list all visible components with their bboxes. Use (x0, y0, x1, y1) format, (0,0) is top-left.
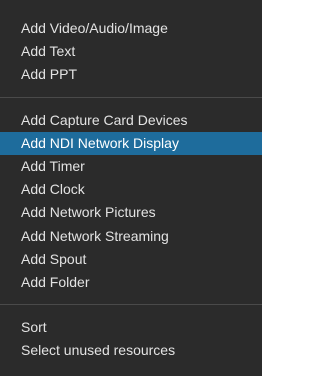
menu-group-add-media: Add Video/Audio/Image Add Text Add PPT (0, 0, 262, 87)
menu-item-select-unused-resources[interactable]: Select unused resources (0, 339, 262, 362)
menu-item-add-network-streaming[interactable]: Add Network Streaming (0, 225, 262, 248)
menu-group-organize: Sort Select unused resources (0, 316, 262, 362)
menu-item-add-ppt[interactable]: Add PPT (0, 63, 262, 86)
menu-separator (0, 304, 262, 306)
menu-item-add-network-pictures[interactable]: Add Network Pictures (0, 201, 262, 224)
menu-group-add-sources: Add Capture Card Devices Add NDI Network… (0, 109, 262, 295)
menu-item-add-clock[interactable]: Add Clock (0, 178, 262, 201)
menu-separator (0, 96, 262, 98)
context-menu: Add Video/Audio/Image Add Text Add PPT A… (0, 0, 262, 376)
menu-item-add-video-audio-image[interactable]: Add Video/Audio/Image (0, 17, 262, 40)
menu-item-add-spout[interactable]: Add Spout (0, 248, 262, 271)
menu-item-add-timer[interactable]: Add Timer (0, 155, 262, 178)
menu-item-add-folder[interactable]: Add Folder (0, 271, 262, 294)
menu-item-add-ndi-network-display[interactable]: Add NDI Network Display (0, 131, 262, 155)
menu-item-sort[interactable]: Sort (0, 316, 262, 339)
menu-item-add-capture-card-devices[interactable]: Add Capture Card Devices (0, 109, 262, 132)
menu-item-add-text[interactable]: Add Text (0, 40, 262, 63)
